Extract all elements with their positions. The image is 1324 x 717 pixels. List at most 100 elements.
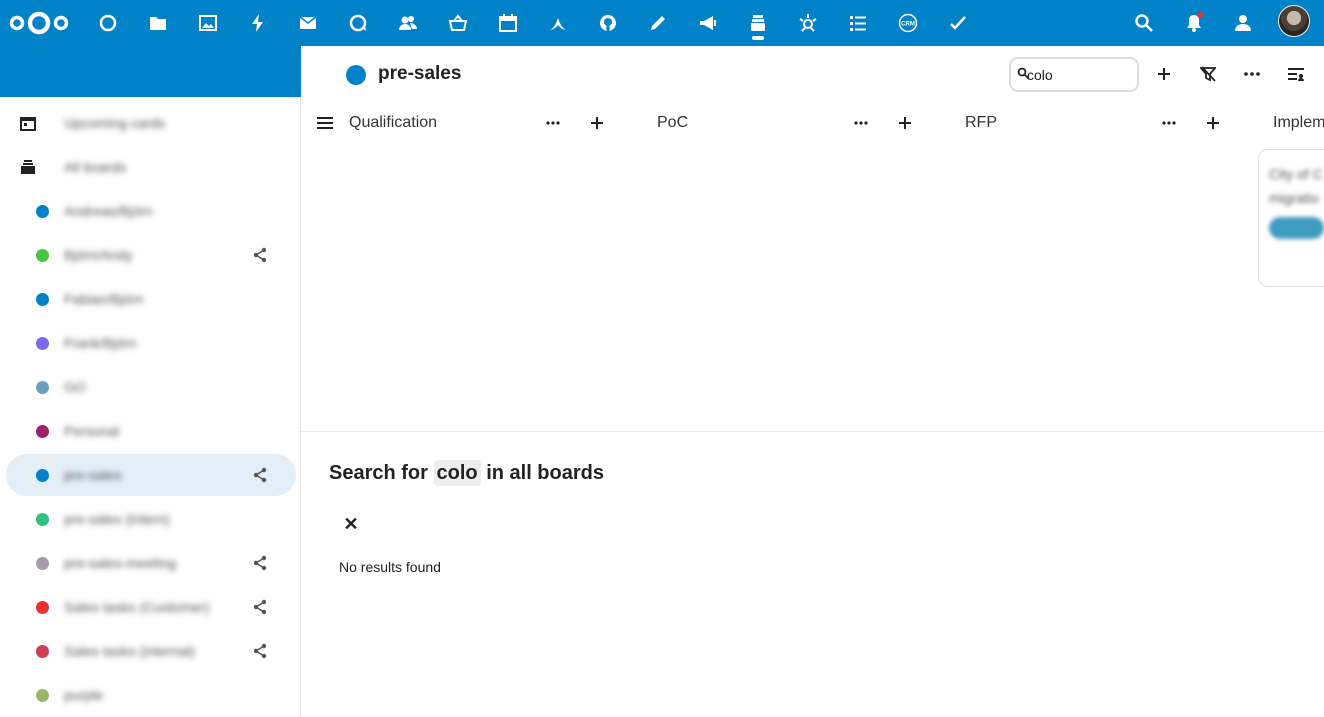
share-icon[interactable]	[250, 245, 270, 265]
sidebar-board-item[interactable]: Fabian/Björn	[6, 278, 296, 320]
calendar-icon	[18, 113, 38, 133]
search-icon[interactable]	[1132, 11, 1156, 35]
board-color-dot	[36, 292, 49, 306]
files-icon[interactable]	[146, 11, 170, 35]
contacts-menu-icon[interactable]	[1231, 11, 1255, 35]
card-title: migratio	[1269, 190, 1319, 206]
sidebar-item-label: Upcoming cards	[64, 115, 166, 131]
menu-icon[interactable]	[313, 111, 337, 135]
card-title: City of C	[1269, 166, 1323, 182]
sidebar-board-item[interactable]: pre-sales (intern)	[6, 498, 296, 540]
column-title-poc: PoC	[657, 114, 689, 131]
sidebar-item-label: Personal	[64, 423, 120, 439]
mail-icon[interactable]	[296, 11, 320, 35]
sidebar-item-label: pre-sales	[64, 467, 122, 483]
board-color-dot	[36, 600, 49, 614]
contacts-icon[interactable]	[396, 11, 420, 35]
global-search-title: Search for colo in all boards	[329, 460, 604, 486]
deck-icon[interactable]	[746, 11, 770, 35]
tasks-icon[interactable]	[846, 11, 870, 35]
sidebar-item-label: Sales tasks (Customer)	[64, 599, 210, 615]
board-color-dot	[36, 336, 49, 350]
search-prefix: Search for	[329, 462, 428, 484]
sidebar-item-label: GO	[64, 379, 86, 395]
sidebar-board-item[interactable]: Björn/Andy	[6, 234, 296, 276]
more-options-icon[interactable]	[1240, 62, 1264, 86]
board-title: pre-sales	[378, 63, 462, 84]
dashboard-icon[interactable]	[96, 11, 120, 35]
board-color-dot	[36, 644, 49, 658]
share-icon[interactable]	[250, 553, 270, 573]
sidebar-board-item[interactable]: Personal	[6, 410, 296, 452]
divider	[301, 431, 1324, 432]
nextcloud-logo[interactable]	[8, 9, 70, 37]
notes-icon[interactable]	[646, 11, 670, 35]
column-more-icon[interactable]	[541, 111, 565, 135]
column-title-implementation: Implem	[1273, 114, 1324, 131]
sidebar-item-label: Sales tasks (internal)	[64, 643, 195, 659]
sidebar-item-all-boards[interactable]: All boards	[6, 146, 296, 188]
close-search-button[interactable]: ✕	[339, 512, 363, 536]
sidebar-board-item[interactable]: Sales tasks (Customer)	[6, 586, 296, 628]
navigation-sidebar: Upcoming cards All boards Andreas/Björn B…	[0, 97, 301, 717]
sidebar-board-item[interactable]: GO	[6, 366, 296, 408]
column-title-qualification: Qualification	[349, 114, 438, 131]
activity-icon[interactable]	[246, 11, 270, 35]
github-icon[interactable]	[596, 11, 620, 35]
sidebar-board-item[interactable]: Andreas/Björn	[6, 190, 296, 232]
notification-badge	[1197, 12, 1203, 18]
add-card-button[interactable]	[1201, 111, 1225, 135]
column-more-icon[interactable]	[849, 111, 873, 135]
board-view: pre-sales Qualification PoC RFP Implem C…	[301, 46, 1324, 717]
share-icon[interactable]	[250, 597, 270, 617]
sidebar-item-label: pre-sales-meeting	[64, 555, 177, 571]
sidebar-board-item[interactable]: pre-sales	[6, 454, 296, 496]
search-suffix: in all boards	[486, 462, 604, 484]
calendar-icon[interactable]	[496, 11, 520, 35]
sidebar-item-label: Björn/Andy	[64, 247, 133, 263]
card-label	[1269, 217, 1324, 239]
deck-sync-icon[interactable]	[546, 11, 570, 35]
ai-icon[interactable]	[796, 11, 820, 35]
share-icon[interactable]	[250, 641, 270, 661]
board-color-dot	[36, 556, 49, 570]
filter-off-icon[interactable]	[1196, 62, 1220, 86]
sidebar-board-item[interactable]: purple	[6, 674, 296, 716]
no-results-text: No results found	[339, 559, 441, 575]
deck-icon	[18, 157, 38, 177]
board-header: pre-sales	[301, 46, 1324, 102]
sidebar-item-label: Frank/Björn	[64, 335, 137, 351]
add-card-button[interactable]	[585, 111, 609, 135]
crm-icon[interactable]: CRM	[896, 11, 920, 35]
column-title-rfp: RFP	[965, 114, 997, 131]
talk-icon[interactable]	[346, 11, 370, 35]
sidebar-item-label: All boards	[64, 159, 127, 175]
sidebar-board-item[interactable]: pre-sales-meeting	[6, 542, 296, 584]
board-color-dot	[36, 688, 49, 702]
search-term: colo	[433, 460, 481, 486]
active-app-indicator	[752, 36, 764, 40]
cospend-icon[interactable]	[446, 11, 470, 35]
board-color-dot	[36, 204, 49, 218]
card[interactable]: City of C migratio	[1258, 149, 1324, 287]
sidebar-item-label: Andreas/Björn	[64, 203, 153, 219]
sidebar-item-label: purple	[64, 687, 103, 703]
board-color-dot	[36, 248, 49, 262]
sidebar-board-item[interactable]: Frank/Björn	[6, 322, 296, 364]
checkmark-icon[interactable]	[946, 11, 970, 35]
board-color-dot	[36, 424, 49, 438]
add-list-button[interactable]	[1152, 62, 1176, 86]
sidebar-item-upcoming[interactable]: Upcoming cards	[6, 102, 296, 144]
column-more-icon[interactable]	[1157, 111, 1181, 135]
add-card-button[interactable]	[893, 111, 917, 135]
sidebar-item-label: Fabian/Björn	[64, 291, 144, 307]
search-icon	[1017, 67, 1030, 83]
photos-icon[interactable]	[196, 11, 220, 35]
announcements-icon[interactable]	[696, 11, 720, 35]
board-details-icon[interactable]	[1284, 62, 1308, 86]
user-avatar[interactable]	[1278, 5, 1310, 37]
share-icon[interactable]	[250, 465, 270, 485]
sidebar-board-item[interactable]: Sales tasks (internal)	[6, 630, 296, 672]
svg-text:CRM: CRM	[901, 22, 915, 28]
top-bar: CRM	[0, 0, 1324, 46]
